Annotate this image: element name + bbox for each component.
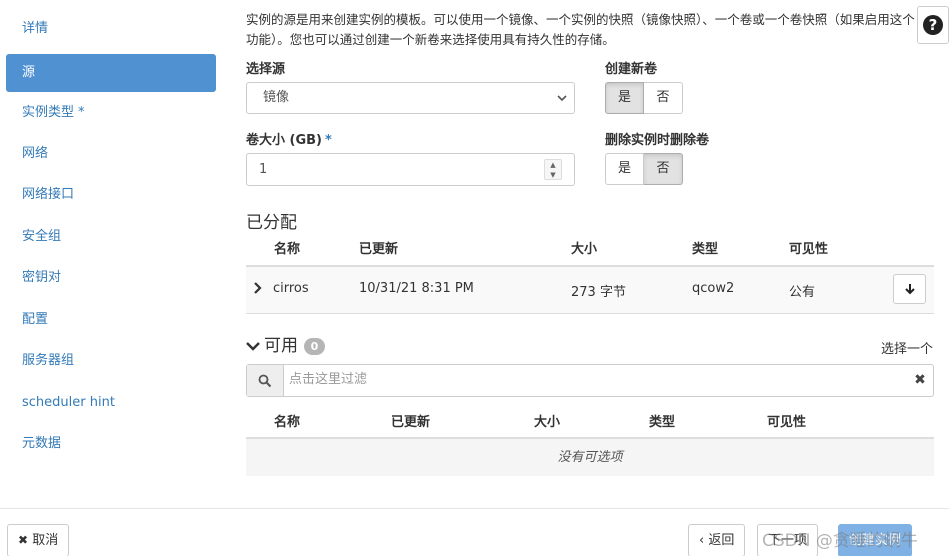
search-icon	[247, 365, 284, 396]
sidebar-item-label: 元数据	[22, 436, 62, 451]
help-button[interactable]: ?	[917, 6, 949, 44]
sidebar-item-label: scheduler hint	[22, 395, 115, 410]
table-row-divider	[246, 313, 934, 314]
back-button-label: ‹ 返回	[699, 533, 735, 548]
footer-divider	[0, 508, 949, 509]
sidebar-item-label: 详情	[22, 21, 49, 36]
sidebar-item-configuration[interactable]: 配置	[6, 301, 216, 339]
sidebar-item-server-groups[interactable]: 服务器组	[6, 342, 216, 380]
select-source-dropdown[interactable]: 镜像	[246, 82, 575, 114]
sidebar-item-label: 密钥对	[22, 270, 62, 285]
sidebar-item-details[interactable]: 详情	[6, 10, 216, 48]
sidebar-item-label: 网络	[22, 146, 49, 161]
delete-volume-no-button[interactable]: 否	[644, 153, 683, 185]
row-updated: 10/31/21 8:31 PM	[359, 281, 474, 296]
volume-size-label: 卷大小 (GB) *	[246, 129, 332, 148]
row-size: 273 字节	[571, 285, 626, 300]
sidebar-item-network-ports[interactable]: 网络接口	[6, 176, 216, 214]
source-description: 实例的源是用来创建实例的模板。可以使用一个镜像、一个实例的快照（镜像快照）、一个…	[246, 12, 915, 47]
sidebar-item-flavor[interactable]: 实例类型 *	[6, 94, 216, 132]
available-col-name: 名称	[274, 415, 301, 430]
sidebar-item-security-groups[interactable]: 安全组	[6, 218, 216, 256]
back-button[interactable]: ‹ 返回	[688, 524, 746, 556]
select-source-label: 选择源	[246, 62, 286, 77]
allocated-col-type: 类型	[692, 242, 719, 257]
filter-input[interactable]: 点击这里过滤	[284, 365, 907, 396]
select-source-value: 镜像	[263, 90, 290, 105]
volume-size-stepper[interactable]: ▲ ▼	[544, 159, 562, 180]
volume-size-value: 1	[259, 162, 268, 177]
row-visibility: 公有	[789, 285, 816, 300]
allocated-col-name: 名称	[274, 242, 301, 257]
available-col-size: 大小	[534, 415, 561, 430]
deallocate-button[interactable]	[893, 274, 926, 304]
next-button[interactable]: 下一项	[757, 524, 819, 556]
chevron-down-icon	[246, 342, 260, 351]
create-volume-label: 创建新卷	[605, 62, 658, 77]
sidebar-item-label: 网络接口	[22, 187, 75, 202]
sidebar-item-label: 配置	[22, 312, 49, 327]
delete-volume-toggle: 是 否	[605, 153, 683, 185]
available-count-badge: 0	[304, 337, 325, 355]
volume-size-input[interactable]: 1 ▲ ▼	[246, 153, 575, 186]
clear-filter-icon[interactable]: ✖	[907, 365, 933, 396]
required-mark: *	[325, 133, 332, 148]
sidebar-item-label: 服务器组	[22, 353, 75, 368]
volume-size-label-text: 卷大小 (GB)	[246, 133, 322, 148]
cancel-button-label: 取消	[32, 533, 59, 548]
question-circle-icon: ?	[923, 15, 943, 35]
expand-row-icon[interactable]	[253, 282, 263, 298]
allocated-col-visibility: 可见性	[789, 242, 829, 257]
stepper-up-icon[interactable]: ▲	[545, 160, 561, 170]
empty-table-message: 没有可选项	[246, 439, 934, 476]
launch-button-label: 创建实例	[849, 533, 902, 548]
create-volume-no-button[interactable]: 否	[644, 82, 683, 114]
sidebar-item-networks[interactable]: 网络	[6, 135, 216, 173]
required-mark: *	[78, 105, 85, 120]
create-volume-toggle: 是 否	[605, 82, 683, 114]
sidebar-item-label: 源	[22, 65, 36, 80]
next-button-label: 下一项	[768, 533, 808, 548]
available-col-type: 类型	[649, 415, 676, 430]
available-col-visibility: 可见性	[767, 415, 807, 430]
arrow-down-icon	[904, 284, 915, 295]
close-icon: ✖	[18, 533, 29, 547]
allocated-col-updated: 已更新	[359, 242, 399, 257]
stepper-down-icon[interactable]: ▼	[545, 170, 561, 180]
sidebar-item-metadata[interactable]: 元数据	[6, 425, 216, 463]
sidebar-item-source[interactable]: 源	[6, 54, 216, 92]
sidebar-item-label: 安全组	[22, 229, 62, 244]
filter-bar: 点击这里过滤 ✖	[246, 364, 934, 397]
cancel-button[interactable]: ✖ 取消	[7, 524, 70, 556]
row-name: cirros	[273, 281, 309, 296]
sidebar-item-label: 实例类型	[22, 105, 75, 120]
allocated-title: 已分配	[246, 213, 297, 233]
allocated-col-size: 大小	[571, 242, 598, 257]
available-col-updated: 已更新	[391, 415, 431, 430]
select-one-hint: 选择一个	[881, 342, 934, 357]
available-title: 可用	[264, 336, 298, 356]
wizard-sidebar: 详情 源 实例类型 * 网络 网络接口 安全组 密钥对 配置 服务器组 sched…	[0, 0, 225, 505]
delete-volume-label: 删除实例时删除卷	[605, 133, 710, 148]
launch-instance-button[interactable]: 创建实例	[838, 524, 913, 556]
row-type: qcow2	[692, 281, 735, 296]
create-volume-yes-button[interactable]: 是	[605, 82, 644, 114]
sidebar-item-scheduler-hint[interactable]: scheduler hint	[6, 384, 216, 422]
chevron-down-icon	[557, 95, 567, 102]
delete-volume-yes-button[interactable]: 是	[605, 153, 644, 185]
sidebar-item-key-pairs[interactable]: 密钥对	[6, 259, 216, 297]
available-toggle[interactable]: 可用 0	[246, 331, 325, 356]
